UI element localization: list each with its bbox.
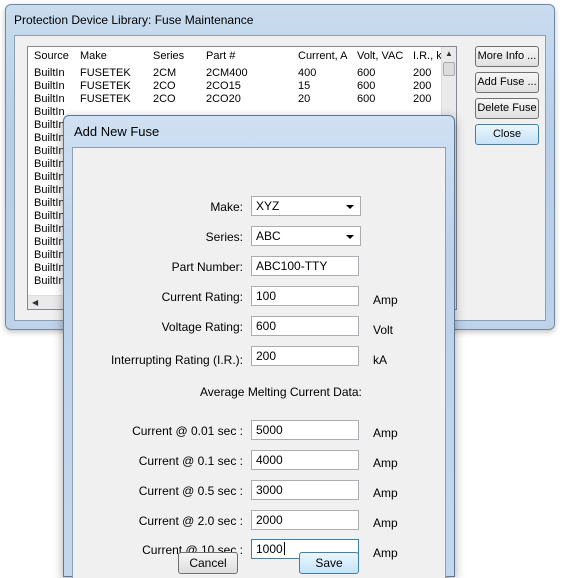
interrupting-rating-label: Interrupting Rating (I.R.):	[110, 353, 243, 367]
table-cell[interactable]: 600	[357, 80, 375, 92]
delete-fuse-button[interactable]: Delete Fuse	[475, 98, 539, 119]
add-fuse-button[interactable]: Add Fuse ...	[475, 72, 539, 93]
melting-field-10-value: 1000	[256, 542, 283, 556]
melting-unit: Amp	[373, 456, 398, 470]
table-cell[interactable]: FUSETEK	[80, 67, 131, 79]
melting-label-001: Current @ 0.01 sec :	[132, 424, 243, 438]
column-header-volt[interactable]: Volt, VAC	[357, 50, 403, 62]
make-select[interactable]: XYZ	[251, 196, 361, 216]
melting-label-01: Current @ 0.1 sec :	[138, 454, 243, 468]
table-cell[interactable]: 600	[357, 93, 375, 105]
dialog-client-area: Make: XYZ Series: ABC Part Number: ABC10…	[72, 147, 446, 578]
table-cell[interactable]: 15	[298, 80, 310, 92]
table-cell[interactable]: BuiltIn	[34, 67, 65, 79]
table-cell[interactable]: 2CM400	[206, 67, 248, 79]
table-cell[interactable]: BuiltIn	[34, 119, 65, 131]
column-header-source[interactable]: Source	[34, 50, 69, 62]
table-cell[interactable]: FUSETEK	[80, 80, 131, 92]
table-cell[interactable]: BuiltIn	[34, 93, 65, 105]
chevron-down-icon[interactable]	[346, 235, 354, 239]
table-cell[interactable]: 2CO20	[206, 93, 241, 105]
melting-label-20: Current @ 2.0 sec :	[138, 514, 243, 528]
voltage-rating-field[interactable]: 600	[251, 316, 359, 336]
melting-section-heading: Average Melting Current Data:	[200, 385, 362, 399]
make-value: XYZ	[256, 199, 280, 213]
table-cell[interactable]: BuiltIn	[34, 223, 65, 235]
table-cell[interactable]: 400	[298, 67, 316, 79]
table-cell[interactable]: BuiltIn	[34, 145, 65, 157]
melting-unit: Amp	[373, 486, 398, 500]
current-rating-field[interactable]: 100	[251, 286, 359, 306]
table-cell[interactable]: BuiltIn	[34, 80, 65, 92]
table-cell[interactable]: 2CO	[153, 93, 176, 105]
save-button[interactable]: Save	[299, 552, 359, 574]
table-cell[interactable]: BuiltIn	[34, 262, 65, 274]
part-number-field[interactable]: ABC100-TTY	[251, 256, 359, 276]
scrollbar-thumb[interactable]	[443, 62, 455, 76]
chevron-down-icon[interactable]	[346, 205, 354, 209]
scroll-up-icon[interactable]: ▲	[445, 49, 453, 58]
table-cell[interactable]: 200	[413, 67, 431, 79]
dialog-title: Add New Fuse	[74, 124, 160, 139]
scroll-left-icon[interactable]: ◀	[32, 298, 38, 307]
cancel-button[interactable]: Cancel	[178, 552, 238, 574]
table-cell[interactable]: BuiltIn	[34, 210, 65, 222]
series-label: Series:	[205, 230, 243, 244]
melting-field-01[interactable]: 4000	[251, 450, 359, 470]
table-cell[interactable]: BuiltIn	[34, 132, 65, 144]
table-cell[interactable]: BuiltIn	[34, 171, 65, 183]
melting-unit: Amp	[373, 516, 398, 530]
table-cell[interactable]: 2CO	[153, 80, 176, 92]
column-header-make[interactable]: Make	[80, 50, 107, 62]
melting-unit: Amp	[373, 546, 398, 560]
table-cell[interactable]: 200	[413, 93, 431, 105]
table-cell[interactable]: BuiltIn	[34, 249, 65, 261]
table-cell[interactable]: BuiltIn	[34, 106, 65, 118]
text-caret	[283, 542, 285, 555]
table-cell[interactable]: 20	[298, 93, 310, 105]
current-rating-unit: Amp	[373, 293, 398, 307]
table-cell[interactable]: 2CO15	[206, 80, 241, 92]
make-label: Make:	[210, 200, 243, 214]
series-value: ABC	[256, 229, 281, 243]
table-cell[interactable]: 200	[413, 80, 431, 92]
series-select[interactable]: ABC	[251, 226, 361, 246]
column-header-current[interactable]: Current, A	[298, 50, 348, 62]
table-cell[interactable]: BuiltIn	[34, 275, 65, 287]
window-title: Protection Device Library: Fuse Maintena…	[14, 13, 254, 27]
interrupting-rating-unit: kA	[373, 353, 388, 367]
table-cell[interactable]: BuiltIn	[34, 197, 65, 209]
table-cell[interactable]: BuiltIn	[34, 236, 65, 248]
column-header-series[interactable]: Series	[153, 50, 184, 62]
voltage-rating-label: Voltage Rating:	[161, 320, 243, 334]
voltage-rating-unit: Volt	[373, 323, 394, 337]
column-header-part[interactable]: Part #	[206, 50, 235, 62]
interrupting-rating-field[interactable]: 200	[251, 346, 359, 366]
add-new-fuse-dialog: Add New Fuse Make: XYZ Series: ABC Part …	[63, 115, 455, 578]
table-cell[interactable]: 2CM	[153, 67, 176, 79]
melting-field-05[interactable]: 3000	[251, 480, 359, 500]
table-cell[interactable]: BuiltIn	[34, 184, 65, 196]
more-info-button[interactable]: More Info ...	[475, 46, 539, 67]
table-cell[interactable]: FUSETEK	[80, 93, 131, 105]
part-number-label: Part Number:	[171, 260, 243, 274]
table-cell[interactable]: 600	[357, 67, 375, 79]
table-cell[interactable]: BuiltIn	[34, 158, 65, 170]
melting-label-05: Current @ 0.5 sec :	[138, 484, 243, 498]
melting-field-001[interactable]: 5000	[251, 420, 359, 440]
melting-unit: Amp	[373, 426, 398, 440]
melting-field-20[interactable]: 2000	[251, 510, 359, 530]
close-button[interactable]: Close	[475, 124, 539, 145]
current-rating-label: Current Rating:	[161, 290, 243, 304]
